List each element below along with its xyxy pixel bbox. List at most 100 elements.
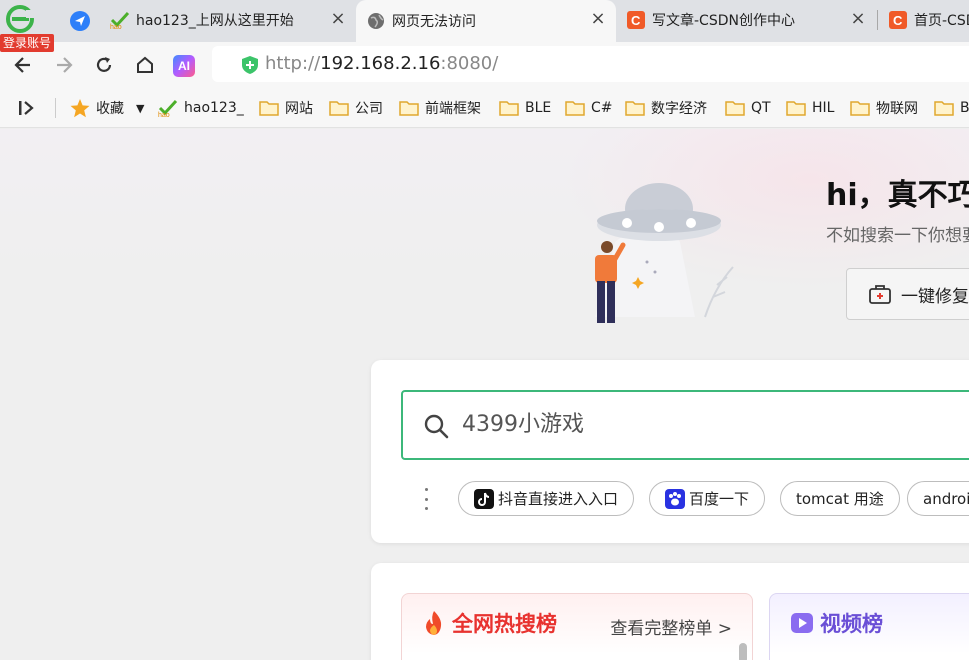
hot-lists-card: 全网热搜榜 查看完整榜单 > 视频榜 (371, 563, 969, 660)
sidebar-toggle-icon[interactable] (14, 98, 38, 118)
bookmark-label: BLE (525, 100, 552, 116)
toolbar: AI http://192.168.2.16:8080/ (0, 42, 969, 88)
search-input[interactable]: 4399小游戏 (401, 390, 969, 460)
bookmarks-divider (55, 98, 56, 118)
bookmark-folder-iot[interactable]: 物联网 (850, 88, 918, 128)
folder-icon (850, 99, 870, 117)
home-icon (137, 56, 153, 73)
home-button[interactable] (130, 50, 160, 80)
bookmark-favorites[interactable]: 收藏 ▼ (70, 88, 144, 128)
bookmark-folder-website[interactable]: 网站 (259, 88, 313, 128)
list-scrollbar[interactable] (739, 643, 747, 660)
page-title: hi，真不巧 (826, 178, 969, 213)
reload-icon (96, 57, 112, 72)
play-icon (791, 613, 813, 633)
bookmark-folder-company[interactable]: 公司 (329, 88, 383, 128)
folder-icon (725, 99, 745, 117)
chip-label: 百度一下 (689, 490, 750, 508)
bookmark-label: 公司 (355, 101, 383, 117)
forward-button[interactable] (49, 50, 79, 80)
bookmark-label: 物联网 (876, 101, 918, 117)
tab-unreachable[interactable]: 网页无法访问 × (356, 0, 616, 42)
bookmark-label: 数字经济 (651, 101, 707, 117)
baidu-paw-icon (665, 488, 685, 509)
suggestion-chip-android[interactable]: android (907, 481, 969, 516)
bookmark-folder-b[interactable]: B (934, 88, 969, 128)
search-card: 4399小游戏 抖音直接进入入口 百度一下 tomcat 用途 android (371, 360, 969, 543)
browser-logo-icon[interactable] (4, 4, 36, 34)
bookmark-folder-ble[interactable]: BLE (499, 88, 551, 128)
svg-text:hao: hao (110, 24, 122, 29)
tab-title: 写文章-CSDN创作中心 (652, 13, 795, 29)
bookmark-label: HIL (812, 100, 835, 116)
flame-icon (426, 611, 442, 635)
bookmark-label: 前端框架 (425, 101, 481, 117)
arrow-left-icon (14, 57, 30, 73)
chip-label: 抖音直接进入入口 (498, 490, 619, 508)
one-click-repair-button[interactable]: 一键修复 (846, 268, 969, 320)
folder-icon (934, 99, 954, 117)
suggestion-chip-douyin[interactable]: 抖音直接进入入口 (458, 481, 635, 516)
folder-icon (786, 99, 806, 117)
view-full-list-link[interactable]: 查看完整榜单 > (610, 614, 732, 639)
chip-label: android (923, 489, 969, 508)
tab-title: 首页-CSDN (914, 13, 969, 29)
folder-icon (399, 99, 419, 117)
csdn-icon: C (888, 10, 908, 30)
suggestion-chip-tomcat[interactable]: tomcat 用途 (780, 481, 900, 516)
security-shield-icon[interactable] (242, 56, 258, 74)
video-rank-panel: 视频榜 (769, 593, 969, 660)
tab-csdn-home[interactable]: C 首页-CSDN (878, 0, 969, 40)
error-page: hi，真不巧 不如搜索一下你想要的 一键修复 4399小游戏 抖音直接进入入口 … (0, 129, 969, 660)
pinned-tab-send[interactable] (60, 2, 100, 40)
close-tab-icon[interactable]: × (588, 9, 608, 29)
bookmark-label: QT (751, 100, 771, 116)
svg-text:hao: hao (158, 112, 170, 117)
more-options-icon[interactable] (421, 488, 431, 510)
reload-button[interactable] (89, 50, 119, 80)
video-rank-header: 视频榜 (790, 608, 883, 638)
page-subtitle: 不如搜索一下你想要的 (826, 226, 969, 246)
csdn-icon: C (626, 10, 646, 30)
login-account-badge[interactable]: 登录账号 (0, 34, 55, 52)
bookmark-label: C# (591, 100, 613, 116)
bookmark-hao123[interactable]: hao hao123_ (158, 88, 244, 128)
bookmark-folder-qt[interactable]: QT (725, 88, 771, 128)
globe-icon (366, 11, 386, 31)
folder-icon (259, 99, 279, 117)
url-text[interactable]: http://192.168.2.16:8080/ (265, 46, 498, 82)
caret-down-icon[interactable]: ▼ (136, 102, 144, 115)
bookmark-folder-hil[interactable]: HIL (786, 88, 834, 128)
address-bar[interactable]: http://192.168.2.16:8080/ (212, 46, 969, 82)
folder-icon (565, 99, 585, 117)
chip-label: tomcat 用途 (796, 490, 884, 508)
url-port: :8080/ (440, 53, 499, 74)
back-button[interactable] (8, 50, 38, 80)
close-tab-icon[interactable]: × (328, 9, 348, 29)
tab-strip: 登录账号 hao hao123_上网从这里开始 × 网页无法访问 × C 写文章… (0, 0, 969, 52)
folder-icon (329, 99, 349, 117)
bookmark-folder-digital-economy[interactable]: 数字经济 (625, 88, 707, 128)
repair-label: 一键修复 (901, 286, 969, 307)
arrow-right-icon (57, 57, 73, 73)
ai-assistant-button[interactable]: AI (173, 55, 195, 77)
close-tab-icon[interactable]: × (848, 9, 868, 29)
bookmark-label: 收藏 (96, 101, 124, 117)
douyin-icon (474, 488, 494, 509)
bookmark-label: hao123_ (184, 100, 244, 116)
bookmark-label: 网站 (285, 101, 313, 117)
url-host: 192.168.2.16 (320, 53, 441, 74)
svg-text:C: C (893, 13, 903, 28)
tab-title: hao123_上网从这里开始 (136, 13, 294, 29)
hot-search-title: 全网热搜榜 (452, 612, 557, 636)
bookmark-label: B (960, 100, 969, 116)
search-icon[interactable] (423, 413, 449, 439)
bookmark-folder-frontend[interactable]: 前端框架 (399, 88, 481, 128)
star-icon (70, 98, 90, 117)
bookmarks-bar: 收藏 ▼ hao hao123_ 网站 公司 前端框架 BLE C# 数字经济 … (0, 88, 969, 128)
bookmark-folder-csharp[interactable]: C# (565, 88, 613, 128)
tab-hao123[interactable]: hao hao123_上网从这里开始 × (100, 0, 356, 40)
suggestion-chip-baidu[interactable]: 百度一下 (649, 481, 766, 516)
hao123-icon: hao (158, 99, 178, 117)
tab-csdn-write[interactable]: C 写文章-CSDN创作中心 × (616, 0, 876, 40)
